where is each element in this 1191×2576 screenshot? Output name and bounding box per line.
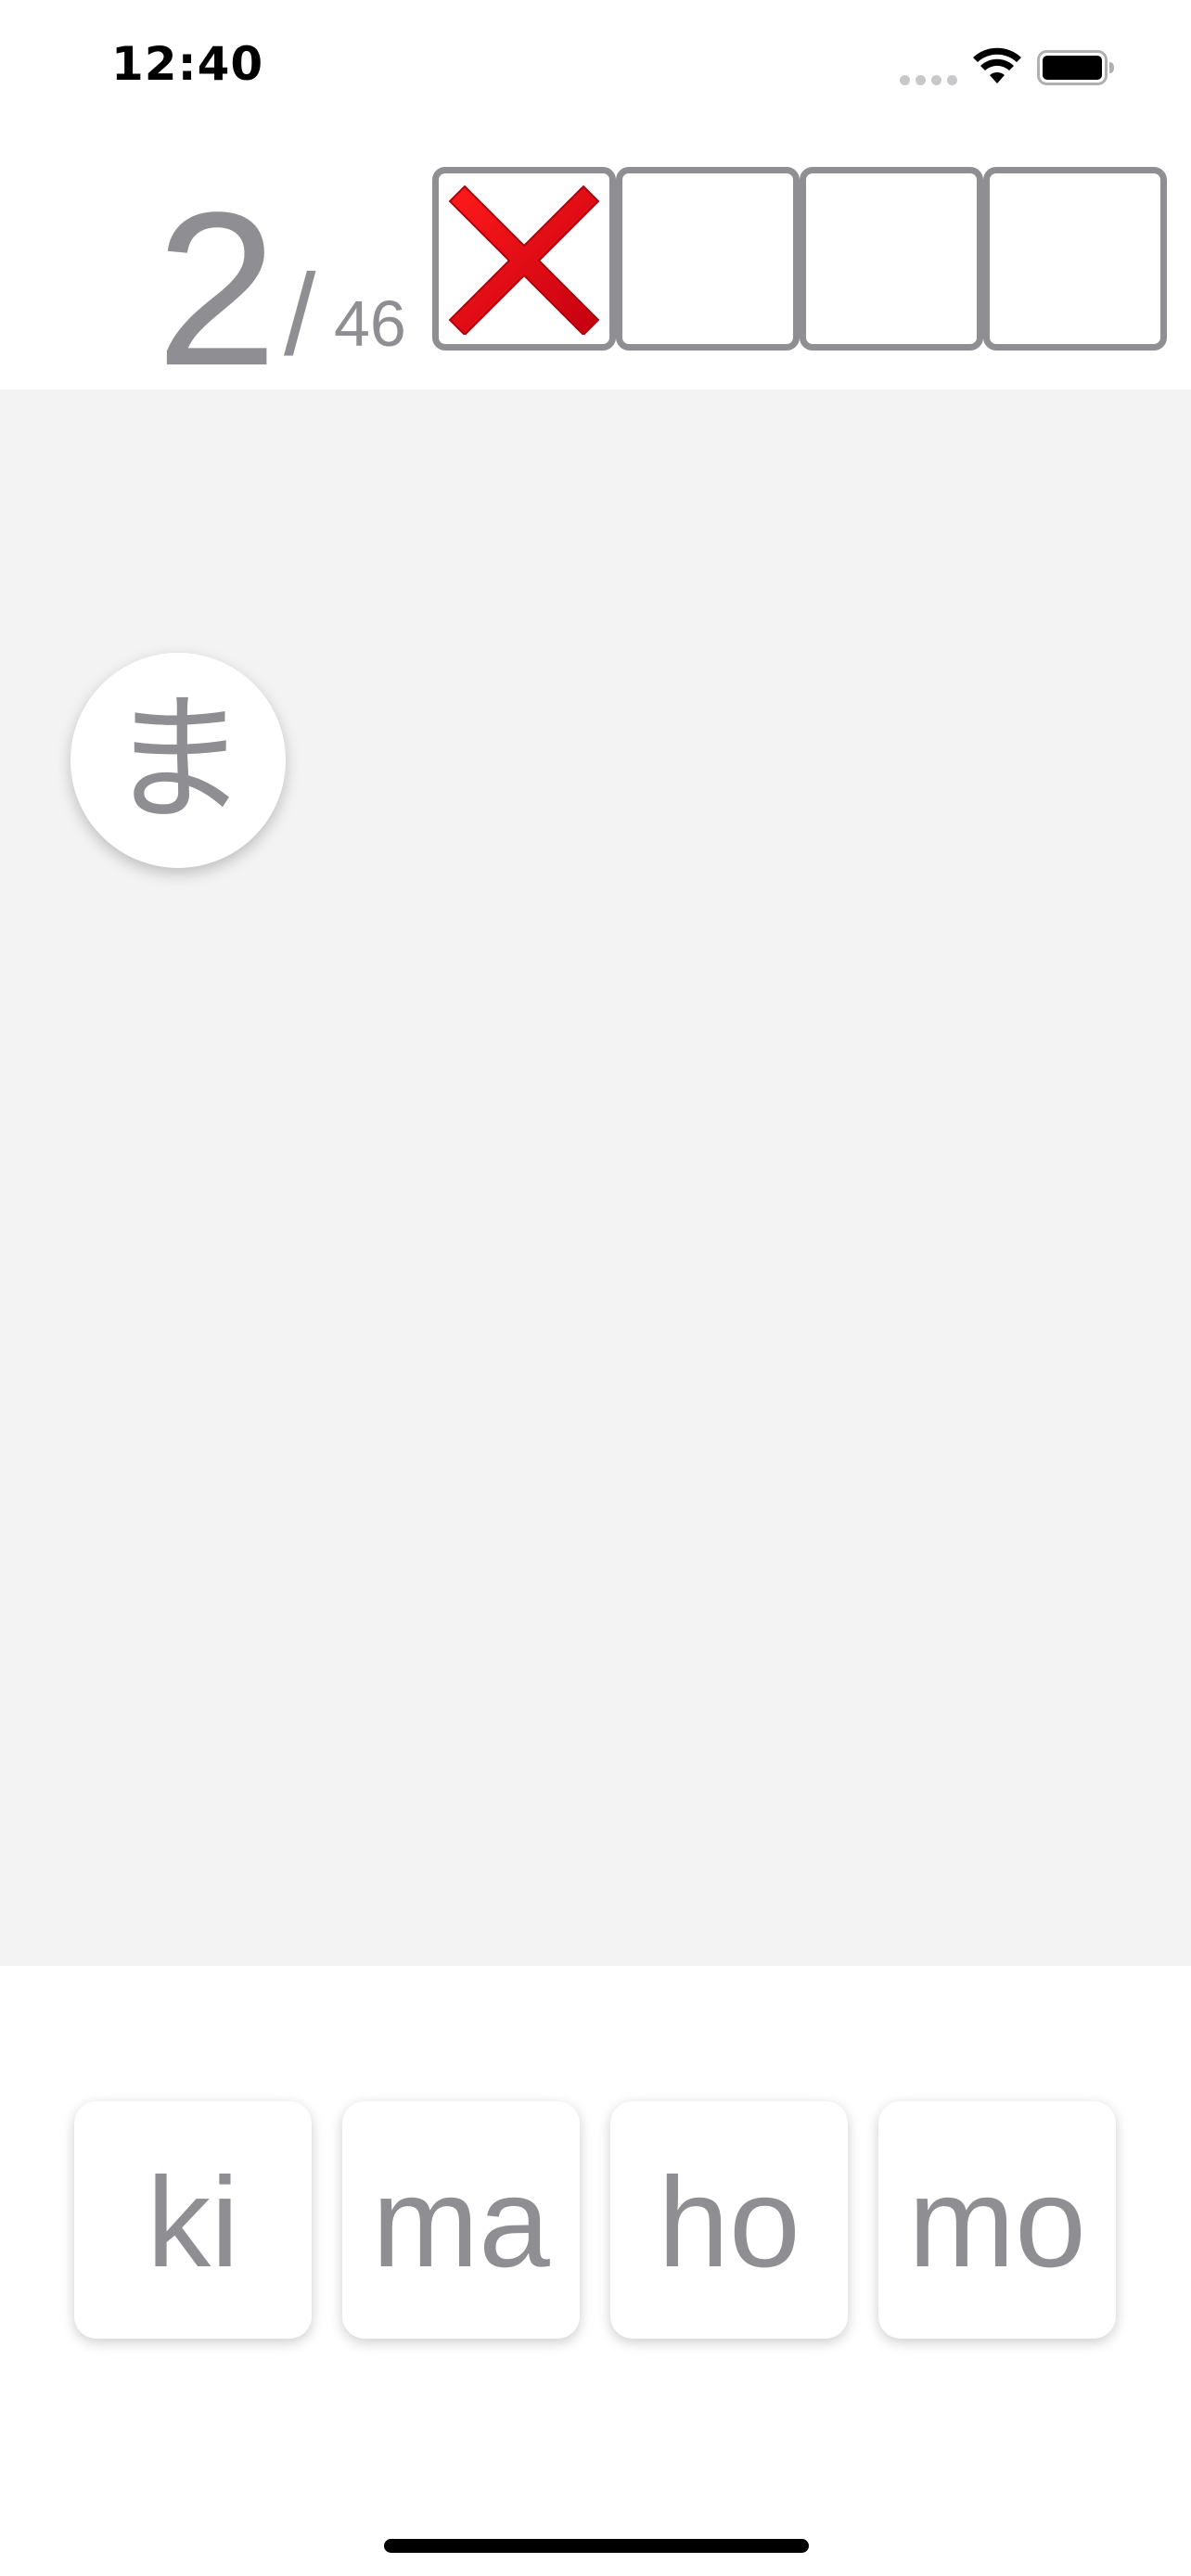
answer-button-ho[interactable]: ho — [610, 2101, 848, 2339]
attempt-box-3 — [800, 167, 983, 351]
answer-label: mo — [908, 2151, 1086, 2294]
cross-mark-icon — [448, 185, 600, 335]
cellular-signal-icon — [900, 72, 957, 85]
answer-label: ho — [658, 2151, 800, 2294]
answer-options: ki ma ho mo — [0, 2101, 1191, 2342]
battery-icon — [1037, 50, 1114, 85]
play-area: ま — [0, 389, 1191, 1966]
attempt-box-1 — [432, 167, 616, 351]
attempt-box-2 — [616, 167, 800, 351]
answer-label: ma — [372, 2151, 550, 2294]
total-questions: 46 — [334, 287, 406, 360]
answer-button-ma[interactable]: ma — [342, 2101, 580, 2339]
current-question-number: 2 — [156, 167, 278, 412]
answer-button-ki[interactable]: ki — [74, 2101, 312, 2339]
status-time: 12:40 — [111, 37, 264, 91]
progress-header: 2 / 46 — [0, 139, 1191, 399]
kana-character: ま — [108, 680, 248, 841]
wifi-icon — [973, 47, 1021, 83]
attempt-box-4 — [983, 167, 1167, 351]
kana-bubble[interactable]: ま — [70, 653, 286, 868]
answer-button-mo[interactable]: mo — [878, 2101, 1116, 2339]
counter-separator: / — [284, 251, 316, 379]
status-bar: 12:40 — [0, 0, 1191, 139]
answer-label: ki — [147, 2151, 239, 2294]
home-indicator[interactable] — [384, 2539, 809, 2553]
quiz-screen: 12:40 2 / 46 ま ki ma ho mo — [0, 0, 1191, 2576]
